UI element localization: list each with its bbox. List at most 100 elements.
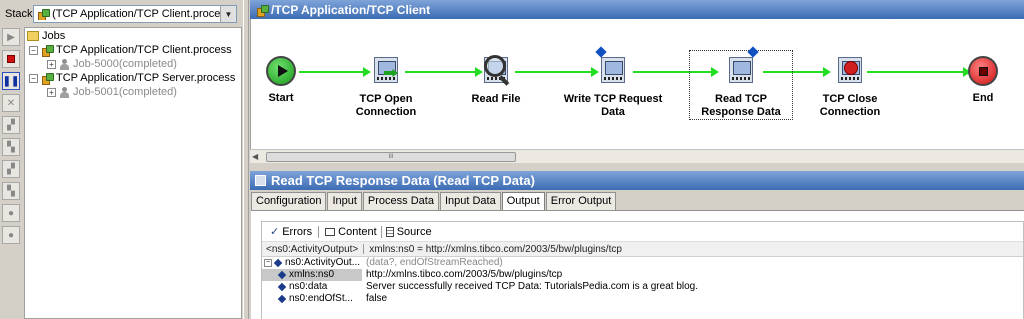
content-button[interactable]: Content (338, 226, 377, 238)
element-icon (277, 294, 287, 304)
expand-icon[interactable]: + (47, 59, 56, 69)
xml-header-row: <ns0:ActivityOutput> xmlns:ns0 = http://… (262, 242, 1023, 257)
element-icon (273, 258, 283, 268)
process-icon (41, 72, 54, 85)
toolbar-separator (318, 225, 320, 238)
xml-row[interactable]: ns0:endOfSt... false (262, 293, 1023, 305)
xml-key-text: ns0:endOfSt... (289, 293, 353, 304)
expand-icon[interactable]: + (47, 87, 56, 97)
process-icon (41, 44, 54, 57)
step-over-button[interactable]: ▞ (2, 116, 20, 134)
stack-dropdown[interactable]: (TCP Application/TCP Client.proce... ▼ (33, 5, 237, 23)
jobs-pane: Stack: (TCP Application/TCP Client.proce… (0, 0, 243, 319)
clear-breakpoints-button[interactable]: ● (2, 226, 20, 244)
xml-row[interactable]: − ns0:ActivityOut... (data?, endOfStreamR… (262, 257, 1023, 269)
scroll-thumb[interactable]: III (266, 152, 516, 162)
job-label: Job-5000(completed) (73, 58, 177, 70)
pane-splitter[interactable] (243, 0, 249, 319)
tree-item-tcp-server[interactable]: − TCP Application/TCP Server.process (25, 71, 241, 85)
activity-tcp-close-connection[interactable]: TCP Close Connection (800, 55, 900, 119)
breakpoint-button[interactable]: ● (2, 204, 20, 222)
stop-button[interactable] (2, 50, 20, 68)
activity-end[interactable]: End (933, 55, 1024, 105)
header-separator (363, 244, 365, 254)
tcp-close-icon (834, 55, 866, 87)
pause-button[interactable]: ❚❚ (2, 72, 20, 90)
tab-output[interactable]: Output (501, 192, 545, 211)
step-back-button[interactable]: ▚ (2, 182, 20, 200)
tree-item-job-5001[interactable]: + Job-5001(completed) (25, 85, 241, 99)
activity-label: TCP Open Connection (355, 93, 417, 118)
job-label: Job-5001(completed) (73, 86, 177, 98)
activity-label: Read TCP Response Data (701, 93, 781, 118)
jobs-tree: Jobs − TCP Application/TCP Client.proces… (24, 27, 242, 319)
activity-read-tcp-response-data[interactable]: Read TCP Response Data (691, 46, 791, 119)
step-out-button[interactable]: ▞ (2, 160, 20, 178)
activity-read-file[interactable]: Read File (446, 55, 546, 106)
xml-row[interactable]: ns0:data Server successfully received TC… (262, 281, 1023, 293)
xml-row-value: false (366, 293, 388, 304)
horizontal-scrollbar[interactable]: ◀ III (250, 149, 1024, 163)
process-title-bar: /TCP Application/TCP Client (250, 0, 1024, 19)
debug-toolbar: ▶ ❚❚ ✕ ▞ ▚ ▞ ▚ ● ● (2, 28, 22, 318)
xml-row-value: http://xmlns.tibco.com/2003/5/bw/plugins… (366, 269, 563, 280)
xml-row-value: (data?, endOfStreamReached) (366, 257, 503, 268)
tree-item-label: TCP Application/TCP Client.process (56, 44, 232, 56)
end-icon (968, 56, 998, 86)
terminate-button[interactable]: ✕ (2, 94, 20, 112)
source-button[interactable]: Source (397, 226, 432, 238)
tree-item-tcp-client[interactable]: − TCP Application/TCP Client.process (25, 43, 241, 57)
tree-item-job-5000[interactable]: + Job-5000(completed) (25, 57, 241, 71)
activity-label: TCP Close Connection (819, 93, 881, 118)
xml-key-text: xmlns:ns0 (289, 269, 335, 280)
tab-process-data[interactable]: Process Data (362, 192, 439, 210)
collapse-icon[interactable]: − (29, 73, 38, 83)
activity-tcp-open-connection[interactable]: TCP Open Connection (336, 55, 436, 119)
activity-label: Read File (471, 93, 521, 105)
content-icon (325, 227, 336, 236)
stack-dropdown-value: (TCP Application/TCP Client.proce... (34, 7, 220, 21)
tcp-write-icon (595, 46, 629, 87)
stop-icon (7, 55, 15, 63)
folder-icon (27, 31, 39, 41)
collapse-icon[interactable]: − (29, 45, 38, 55)
toolbar-separator (380, 225, 382, 238)
job-icon (59, 86, 70, 98)
properties-title-bar: Read TCP Response Data (Read TCP Data) (250, 171, 1024, 190)
activity-label: Write TCP Request Data (563, 93, 663, 118)
resume-button[interactable]: ▶ (2, 28, 20, 46)
scroll-left-icon[interactable]: ◀ (252, 152, 258, 161)
properties-title: Read TCP Response Data (Read TCP Data) (271, 173, 535, 188)
errors-button[interactable]: Errors (282, 226, 312, 238)
chevron-down-icon[interactable]: ▼ (220, 6, 236, 22)
activity-start[interactable]: Start (231, 55, 331, 105)
collapse-icon[interactable]: − (264, 259, 272, 267)
activity-label: End (972, 92, 994, 104)
tab-error-output[interactable]: Error Output (545, 192, 617, 210)
tab-input-data[interactable]: Input Data (439, 192, 501, 210)
tab-input[interactable]: Input (327, 192, 362, 210)
tcp-open-icon (370, 55, 402, 87)
process-canvas[interactable]: Start TCP Open Connection Read File Writ… (250, 19, 1024, 149)
source-icon (385, 226, 394, 237)
xml-key-text: ns0:data (289, 281, 328, 292)
checkmark-icon: ✓ (270, 226, 280, 238)
xml-row-key: − ns0:ActivityOut... (262, 257, 362, 269)
process-icon (37, 8, 50, 21)
magnifier-icon (480, 55, 512, 87)
tab-configuration[interactable]: Configuration (251, 192, 327, 210)
stack-value-text: (TCP Application/TCP Client.proce... (52, 7, 220, 20)
xml-key-text: ns0:ActivityOut... (285, 257, 361, 268)
stack-row: Stack: (TCP Application/TCP Client.proce… (0, 0, 243, 26)
start-icon (266, 56, 296, 86)
xml-row[interactable]: xmlns:ns0 http://xmlns.tibco.com/2003/5/… (262, 269, 1023, 281)
output-panel: ✓ Errors Content Source <ns0:ActivityOut… (251, 210, 1024, 319)
xml-row-key: xmlns:ns0 (262, 269, 362, 281)
step-into-button[interactable]: ▚ (2, 138, 20, 156)
job-icon (59, 58, 70, 70)
activity-write-tcp-request-data[interactable]: Write TCP Request Data (563, 46, 663, 119)
stack-label: Stack: (5, 8, 36, 20)
tcp-read-icon (725, 46, 759, 87)
tree-root-jobs[interactable]: Jobs (25, 29, 241, 43)
tree-item-label: TCP Application/TCP Server.process (56, 72, 236, 84)
